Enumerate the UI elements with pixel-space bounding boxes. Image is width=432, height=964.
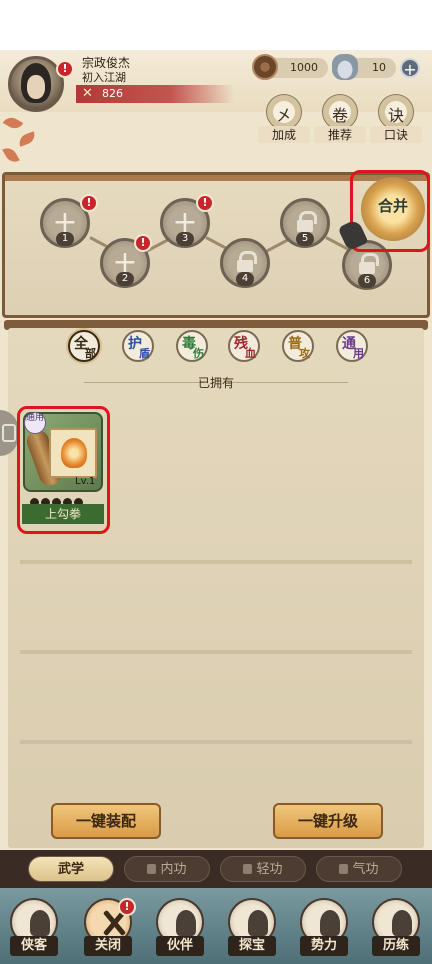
item-name: 上勾拳 <box>22 504 104 524</box>
maple-leaf-decoration <box>2 144 20 166</box>
bonus-label: 加成 <box>258 126 310 143</box>
combine-label: 合并 <box>377 197 408 215</box>
tab-qi-skill[interactable]: 气功 <box>316 856 402 882</box>
hero-figure <box>30 910 50 936</box>
filter-char: 血 <box>245 347 256 360</box>
coin-amount: 1000 <box>290 61 318 74</box>
recommend-button[interactable]: 卷 推荐 <box>314 94 366 143</box>
slot-number: 6 <box>358 274 376 288</box>
tab-label: 轻功 <box>256 862 283 877</box>
owned-section-title: 已拥有 <box>197 376 234 390</box>
lock-icon <box>297 211 317 232</box>
lock-icon <box>243 864 253 874</box>
slot-number: 3 <box>176 232 194 246</box>
ingot-counter: 10 <box>332 54 396 80</box>
filter-char: 部 <box>85 347 96 360</box>
equip-all-button[interactable]: 一键装配 <box>51 803 161 839</box>
skill-slot-5[interactable]: 5 <box>280 198 330 248</box>
formula-label: 口诀 <box>370 126 422 143</box>
filter-char: 用 <box>353 347 364 360</box>
filter-char: 盾 <box>139 347 150 360</box>
slot-number: 4 <box>236 272 254 286</box>
nav-label: 探宝 <box>228 936 276 956</box>
filter-tab-bleed[interactable]: 残 血 <box>228 330 260 362</box>
filter-tab-all[interactable]: 全 部 <box>68 330 100 362</box>
tab-label: 武学 <box>57 862 84 877</box>
nav-close-alert-badge: ! <box>118 898 136 916</box>
filter-tab-shield[interactable]: 护 盾 <box>122 330 154 362</box>
lock-icon <box>339 864 349 874</box>
avatar-face <box>27 75 45 99</box>
lock-icon <box>359 253 379 274</box>
slot-number: 1 <box>56 232 74 246</box>
nav-label: 关闭 <box>84 936 132 956</box>
nav-hero[interactable]: 侠客 <box>6 898 62 960</box>
ingot-amount: 10 <box>372 61 386 74</box>
lock-icon <box>147 864 157 874</box>
bonus-button[interactable]: 㐅 加成 <box>258 94 310 143</box>
combat-power-value: 826 <box>102 87 123 100</box>
add-currency-button[interactable]: + <box>400 58 420 79</box>
player-rank: 初入江湖 <box>82 71 126 84</box>
recommend-label: 推荐 <box>314 126 366 143</box>
shelf-decoration <box>20 650 412 654</box>
nav-label: 历练 <box>372 936 420 956</box>
nav-treasure[interactable]: 探宝 <box>224 898 280 960</box>
copper-coin-icon <box>252 54 278 80</box>
treasure-figure <box>248 910 268 936</box>
bonus-glyph: 㐅 <box>275 106 292 125</box>
formula-button[interactable]: 诀 口诀 <box>370 94 422 143</box>
lock-icon <box>237 251 257 272</box>
avatar-alert-badge: ! <box>56 60 74 78</box>
training-figure <box>392 910 412 936</box>
nav-training[interactable]: 历练 <box>368 898 424 960</box>
filter-char: 攻 <box>299 347 310 360</box>
shelf-decoration <box>20 560 412 564</box>
nav-label: 伙伴 <box>156 936 204 956</box>
filter-tab-normal-attack[interactable]: 普 攻 <box>282 330 314 362</box>
fist-icon <box>61 438 87 468</box>
tab-lightness-skill[interactable]: 轻功 <box>220 856 306 882</box>
filter-tab-general[interactable]: 通 用 <box>336 330 368 362</box>
item-star-rating <box>30 492 96 507</box>
formula-glyph: 诀 <box>387 106 404 125</box>
nav-partner[interactable]: 伙伴 <box>152 898 208 960</box>
combine-button[interactable]: 合并 <box>361 177 425 241</box>
slot-1-alert-badge: ! <box>80 194 98 212</box>
partner-figure <box>176 910 196 936</box>
filter-tab-poison[interactable]: 毒 伤 <box>176 330 208 362</box>
combat-power-bar: ✕ 826 <box>76 85 234 103</box>
silver-ingot-icon <box>332 54 358 80</box>
coin-counter: 1000 <box>252 54 328 80</box>
recommend-glyph: 卷 <box>331 106 348 125</box>
tab-martial-arts[interactable]: 武学 <box>28 856 114 882</box>
tab-inner-power[interactable]: 内功 <box>124 856 210 882</box>
player-avatar[interactable] <box>8 56 64 112</box>
crossed-swords-icon: ✕ <box>82 86 93 101</box>
nav-label: 势力 <box>300 936 348 956</box>
upgrade-all-button[interactable]: 一键升级 <box>273 803 383 839</box>
slot-number: 2 <box>116 272 134 286</box>
scroll-icon <box>25 424 99 489</box>
filter-char: 伤 <box>193 347 204 360</box>
maple-leaf-decoration <box>16 131 38 147</box>
tab-label: 气功 <box>352 862 379 877</box>
maple-leaf-decoration <box>2 114 24 132</box>
top-blank-area <box>0 0 432 50</box>
tab-label: 内功 <box>160 862 187 877</box>
slot-number: 5 <box>296 232 314 246</box>
item-level: Lv.1 <box>75 476 96 487</box>
shelf-decoration <box>20 740 412 744</box>
nav-faction[interactable]: 势力 <box>296 898 352 960</box>
slot-3-alert-badge: ! <box>196 194 214 212</box>
slot-2-alert-badge: ! <box>134 234 152 252</box>
nav-label: 侠客 <box>10 936 58 956</box>
skill-slot-4[interactable]: 4 <box>220 238 270 288</box>
faction-figure <box>320 910 340 936</box>
item-type-tag: 通用 <box>24 412 46 434</box>
